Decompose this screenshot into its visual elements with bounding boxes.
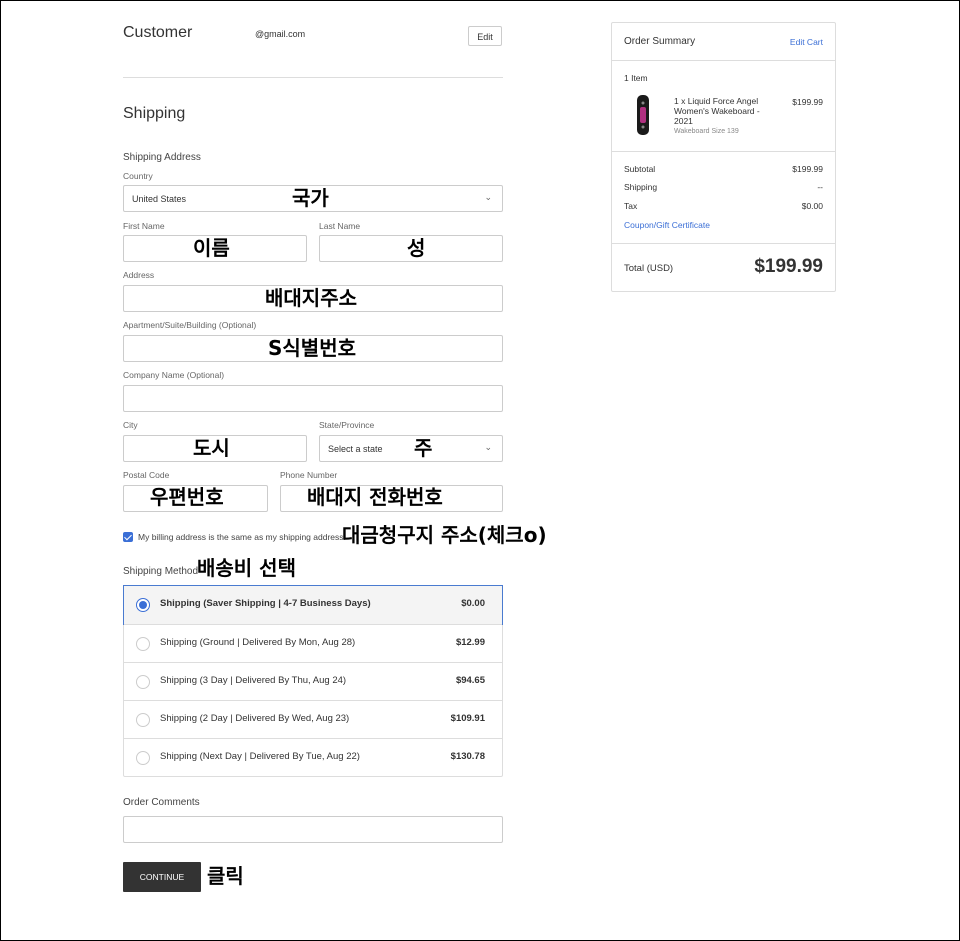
radio[interactable]: [136, 675, 150, 689]
order-comments-label: Order Comments: [123, 797, 200, 808]
postal-label: Postal Code: [123, 470, 170, 480]
annotation-state: 주: [414, 436, 433, 460]
annotation-billing: 대금청구지 주소(체크o): [342, 523, 547, 547]
address-label: Address: [123, 270, 155, 280]
shipping-option-price: $12.99: [455, 637, 485, 648]
continue-button[interactable]: CONTINUE: [123, 862, 201, 892]
radio[interactable]: [136, 637, 150, 651]
shipping-address-heading: Shipping Address: [123, 152, 201, 163]
shipping-option[interactable]: Shipping (2 Day | Delivered By Wed, Aug …: [124, 700, 502, 738]
item-name: 1 x Liquid Force Angel Women's Wakeboard…: [674, 96, 760, 126]
total-label: Total (USD): [624, 263, 674, 274]
divider: [123, 77, 503, 78]
chevron-down-icon: ⌄: [484, 192, 492, 202]
subtotal-value: $199.99: [792, 164, 823, 174]
tax-value: $0.00: [801, 201, 823, 211]
annotation-method: 배송비 선택: [197, 556, 296, 580]
country-value: United States: [132, 194, 187, 204]
country-label: Country: [123, 171, 153, 181]
shipping-option-price: $0.00: [461, 598, 485, 609]
shipping-option-price: $109.91: [450, 713, 485, 724]
billing-same-label: My billing address is the same as my shi…: [138, 532, 346, 542]
shipping-value: --: [817, 182, 823, 192]
total-value: $199.99: [754, 256, 823, 277]
customer-email: @gmail.com: [255, 29, 306, 39]
shipping-option-label: Shipping (2 Day | Delivered By Wed, Aug …: [160, 713, 350, 724]
shipping-option[interactable]: Shipping (Saver Shipping | 4-7 Business …: [123, 585, 503, 625]
shipping-option-label: Shipping (Saver Shipping | 4-7 Business …: [160, 598, 371, 609]
phone-label: Phone Number: [280, 470, 338, 480]
shipping-option-price: $94.65: [455, 675, 485, 686]
annotation-apartment: S식별번호: [268, 336, 357, 360]
last-name-label: Last Name: [319, 221, 361, 231]
shipping-option[interactable]: Shipping (Next Day | Delivered By Tue, A…: [124, 738, 502, 776]
shipping-option-label: Shipping (Next Day | Delivered By Tue, A…: [160, 751, 360, 762]
divider: [612, 243, 835, 244]
subtotal-label: Subtotal: [624, 164, 656, 174]
item-count: 1 Item: [624, 73, 648, 83]
company-label: Company Name (Optional): [123, 370, 225, 380]
divider: [612, 60, 835, 61]
item-option: Wakeboard Size 139: [674, 128, 739, 135]
order-summary-title: Order Summary: [624, 36, 696, 47]
shipping-option[interactable]: Shipping (Ground | Delivered By Mon, Aug…: [124, 624, 502, 662]
shipping-method-list: Shipping (Saver Shipping | 4-7 Business …: [123, 585, 503, 777]
annotation-city: 도시: [193, 436, 230, 460]
customer-title: Customer: [123, 24, 193, 41]
chevron-down-icon: ⌄: [484, 442, 492, 452]
annotation-address: 배대지주소: [265, 286, 357, 310]
order-summary: Order Summary Edit Cart 1 Item 1 x Liqui…: [611, 22, 836, 292]
divider: [612, 151, 835, 152]
billing-same-checkbox[interactable]: [123, 532, 133, 542]
annotation-postal: 우편번호: [150, 485, 224, 509]
order-comments-field[interactable]: [123, 816, 503, 843]
shipping-option-price: $130.78: [450, 751, 485, 762]
company-field[interactable]: [123, 385, 503, 412]
annotation-continue: 클릭: [207, 864, 244, 888]
shipping-label: Shipping: [624, 182, 658, 192]
apartment-label: Apartment/Suite/Building (Optional): [123, 320, 257, 330]
edit-customer-button[interactable]: Edit: [468, 26, 502, 46]
state-select[interactable]: Select a state ⌄: [319, 435, 503, 462]
shipping-option[interactable]: Shipping (3 Day | Delivered By Thu, Aug …: [124, 662, 502, 700]
shipping-title: Shipping: [123, 105, 186, 122]
coupon-link[interactable]: Coupon/Gift Certificate: [624, 220, 710, 230]
first-name-label: First Name: [123, 221, 165, 231]
item-price: $199.99: [792, 97, 823, 107]
edit-cart-link[interactable]: Edit Cart: [790, 37, 823, 47]
annotation-country: 국가: [292, 186, 329, 210]
annotation-last-name: 성: [407, 236, 426, 260]
shipping-option-label: Shipping (Ground | Delivered By Mon, Aug…: [160, 637, 356, 648]
annotation-phone: 배대지 전화번호: [307, 485, 443, 509]
wakeboard-thumbnail: [636, 95, 650, 135]
radio-selected[interactable]: [136, 598, 150, 612]
radio[interactable]: [136, 713, 150, 727]
shipping-option-label: Shipping (3 Day | Delivered By Thu, Aug …: [160, 675, 347, 686]
state-value: Select a state: [328, 444, 383, 454]
annotation-first-name: 이름: [193, 236, 230, 260]
state-label: State/Province: [319, 420, 375, 430]
radio[interactable]: [136, 751, 150, 765]
shipping-method-heading: Shipping Method: [123, 566, 199, 577]
tax-label: Tax: [624, 201, 638, 211]
city-label: City: [123, 420, 138, 430]
